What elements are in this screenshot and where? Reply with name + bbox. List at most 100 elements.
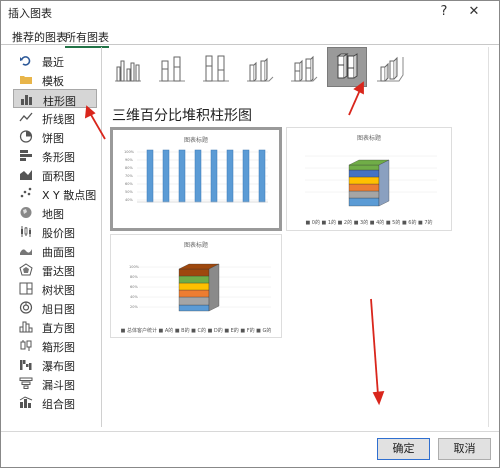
sidebar-item-label: 雷达图 bbox=[42, 265, 75, 278]
sidebar-item-label: 股价图 bbox=[42, 227, 75, 240]
sidebar-item-line[interactable]: 折线图 bbox=[13, 108, 97, 127]
stock-chart-icon bbox=[19, 225, 33, 238]
sidebar-item-label: 饼图 bbox=[42, 132, 64, 145]
sunburst-icon bbox=[19, 301, 33, 314]
tab-recommended-charts[interactable]: 推荐的图表 bbox=[12, 29, 67, 45]
sidebar-item-funnel[interactable]: 漏斗图 bbox=[13, 374, 97, 393]
svg-text:90%: 90% bbox=[125, 158, 133, 162]
sidebar-item-map[interactable]: 地图 bbox=[13, 203, 97, 222]
chart-preview-1-plot: 100% 90% 80% 70% 60% 50% 40% bbox=[124, 149, 268, 203]
sidebar-item-label: 直方图 bbox=[42, 322, 75, 335]
column-chart-icon bbox=[20, 93, 34, 106]
combo-chart-icon bbox=[19, 396, 33, 409]
bar-chart-icon bbox=[19, 149, 33, 162]
svg-text:70%: 70% bbox=[125, 174, 133, 178]
sidebar-item-label: 模板 bbox=[42, 75, 64, 88]
preview-scrollbar[interactable] bbox=[488, 47, 497, 427]
surface-chart-icon bbox=[19, 244, 33, 257]
treemap-icon bbox=[19, 282, 33, 295]
svg-text:40%: 40% bbox=[130, 295, 138, 299]
scatter-chart-icon bbox=[19, 187, 33, 200]
footer-divider bbox=[1, 431, 499, 432]
sidebar-item-combo[interactable]: 组合图 bbox=[13, 393, 97, 412]
sidebar-item-label: 曲面图 bbox=[42, 246, 75, 259]
3d-column-icon bbox=[377, 56, 404, 82]
sidebar-item-label: 瀑布图 bbox=[42, 360, 75, 373]
folder-icon bbox=[19, 73, 33, 86]
sidebar-item-label: 组合图 bbox=[42, 398, 75, 411]
sidebar-item-label: 地图 bbox=[42, 208, 64, 221]
svg-text:80%: 80% bbox=[130, 275, 138, 279]
close-button[interactable]: ✕ bbox=[463, 3, 485, 21]
sidebar-item-column[interactable]: 柱形图 bbox=[13, 89, 97, 108]
chart-preview-legend: ■ 0的 ■ 1的 ■ 2的 ■ 3的 ■ 4的 ■ 5的 ■ 6的 ■ 7的 bbox=[305, 220, 433, 226]
pie-chart-icon bbox=[19, 130, 33, 143]
3d-stacked-column-icon bbox=[291, 55, 318, 82]
ok-button[interactable]: 确定 bbox=[377, 438, 430, 460]
sidebar-item-histogram[interactable]: 直方图 bbox=[13, 317, 97, 336]
cancel-button[interactable]: 取消 bbox=[438, 438, 491, 460]
undo-arrow-icon bbox=[19, 54, 33, 67]
sidebar-item-label: 面积图 bbox=[42, 170, 75, 183]
sidebar-item-recent[interactable]: 最近 bbox=[13, 51, 97, 70]
sidebar-item-stock[interactable]: 股价图 bbox=[13, 222, 97, 241]
sidebar-item-label: 柱形图 bbox=[43, 95, 76, 108]
subtype-3d-stacked-column[interactable] bbox=[285, 49, 323, 87]
sidebar-item-pie[interactable]: 饼图 bbox=[13, 127, 97, 146]
sidebar-item-bar[interactable]: 条形图 bbox=[13, 146, 97, 165]
waterfall-icon bbox=[19, 358, 33, 371]
sidebar-item-templates[interactable]: 模板 bbox=[13, 70, 97, 89]
sidebar-item-scatter[interactable]: X Y 散点图 bbox=[13, 184, 97, 203]
sidebar-item-boxplot[interactable]: 箱形图 bbox=[13, 336, 97, 355]
boxplot-icon bbox=[19, 339, 33, 352]
sidebar-item-label: 旭日图 bbox=[42, 303, 75, 316]
title-bar: 插入图表 ? ✕ bbox=[1, 1, 499, 23]
radar-chart-icon bbox=[19, 263, 33, 276]
dialog-title: 插入图表 bbox=[8, 7, 52, 20]
sidebar-item-label: 折线图 bbox=[42, 113, 75, 126]
sidebar-item-treemap[interactable]: 树状图 bbox=[13, 279, 97, 298]
histogram-icon bbox=[19, 320, 33, 333]
sidebar-item-label: 条形图 bbox=[42, 151, 75, 164]
subtype-clustered-column[interactable] bbox=[109, 49, 147, 87]
svg-text:100%: 100% bbox=[129, 265, 140, 269]
svg-text:40%: 40% bbox=[125, 198, 133, 202]
sidebar-item-label: 漏斗图 bbox=[42, 379, 75, 392]
chart-preview-legend: ■ 总体客户统计 ■ A的 ■ B的 ■ C的 ■ D的 ■ E的 ■ F的 ■… bbox=[120, 328, 272, 334]
chart-preview-2[interactable]: 图表标题 ■ 0的 ■ 1的 ■ 2的 ■ 3的 ■ 4的 ■ 5的 ■ 6的 … bbox=[286, 127, 452, 231]
chart-preview-3-plot: 100% 80% 60% 40% 20% bbox=[129, 263, 271, 312]
insert-chart-dialog: 插入图表 ? ✕ 推荐的图表 所有图表 最近 模板 柱形图 折线图 饼图 条形图… bbox=[0, 0, 500, 468]
globe-icon bbox=[19, 206, 33, 219]
sidebar-item-area[interactable]: 面积图 bbox=[13, 165, 97, 184]
sidebar-item-waterfall[interactable]: 瀑布图 bbox=[13, 355, 97, 374]
3d-clustered-column-icon bbox=[247, 57, 274, 82]
chart-preview-3[interactable]: 图表标题 100% 80% 60% 40% 20% ■ 总体客户统计 ■ A的 ■ B的… bbox=[110, 234, 282, 338]
subtype-3d-clustered-column[interactable] bbox=[241, 49, 279, 87]
sidebar-item-sunburst[interactable]: 旭日图 bbox=[13, 298, 97, 317]
clustered-column-icon bbox=[115, 60, 141, 82]
stacked-column-icon bbox=[159, 56, 185, 82]
sidebar-divider bbox=[101, 47, 102, 427]
subtype-3d-column[interactable] bbox=[371, 49, 409, 87]
subtype-stacked-column[interactable] bbox=[153, 49, 191, 87]
sidebar-item-label: 树状图 bbox=[42, 284, 75, 297]
svg-text:60%: 60% bbox=[130, 285, 138, 289]
sidebar-item-label: X Y 散点图 bbox=[42, 189, 97, 202]
100-stacked-column-icon bbox=[203, 55, 229, 82]
chart-preview-2-plot bbox=[305, 155, 437, 207]
help-button[interactable]: ? bbox=[433, 3, 455, 21]
svg-text:50%: 50% bbox=[125, 190, 133, 194]
subtype-3d-100-stacked-column[interactable] bbox=[327, 47, 367, 87]
sidebar-item-label: 最近 bbox=[42, 56, 64, 69]
chart-preview-1[interactable]: 图表标题 100% 90% 80% 70% 60% 50% 40% bbox=[110, 127, 282, 231]
sidebar-item-label: 箱形图 bbox=[42, 341, 75, 354]
tab-all-charts[interactable]: 所有图表 bbox=[65, 29, 109, 48]
svg-text:60%: 60% bbox=[125, 182, 133, 186]
sidebar-item-radar[interactable]: 雷达图 bbox=[13, 260, 97, 279]
svg-text:20%: 20% bbox=[130, 305, 138, 309]
sidebar-item-surface[interactable]: 曲面图 bbox=[13, 241, 97, 260]
subtype-100-stacked-column[interactable] bbox=[197, 49, 235, 87]
svg-text:100%: 100% bbox=[124, 150, 135, 154]
area-chart-icon bbox=[19, 168, 33, 181]
funnel-icon bbox=[19, 377, 33, 390]
